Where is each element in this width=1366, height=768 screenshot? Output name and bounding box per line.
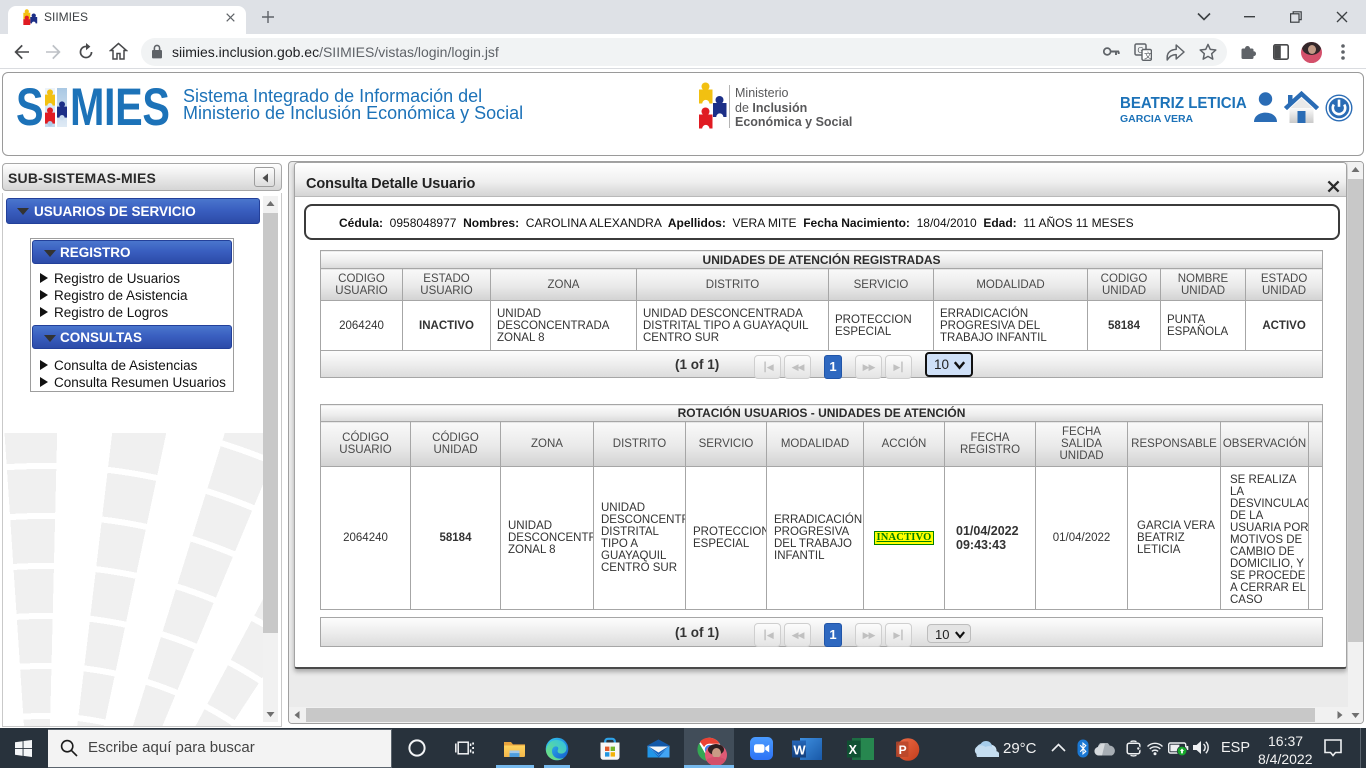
svg-text:W: W xyxy=(793,743,806,758)
svg-text:X: X xyxy=(849,743,858,757)
svg-text:文: 文 xyxy=(1144,50,1152,60)
svg-text:P: P xyxy=(899,743,907,757)
